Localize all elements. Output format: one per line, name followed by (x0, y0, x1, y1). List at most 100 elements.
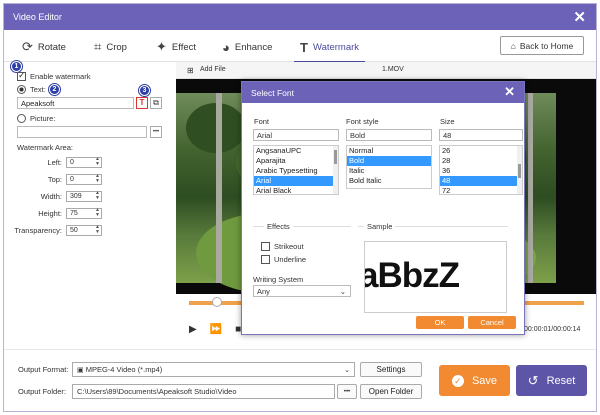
play-icon[interactable]: ▶ (189, 324, 197, 335)
cancel-button[interactable]: Cancel (468, 316, 516, 329)
size-list-scrollbar[interactable] (517, 146, 522, 194)
left-field-label: Left: (47, 158, 62, 167)
spin-arrows-icon[interactable]: ▲ ▼ (95, 225, 100, 235)
style-list-item[interactable]: Italic (347, 166, 431, 176)
style-list-item[interactable]: Bold Italic (347, 176, 431, 186)
step-badge-3: 3 (139, 85, 150, 96)
reset-label: Reset (546, 374, 576, 387)
output-folder-input[interactable]: C:\Users\89\Documents\Apeaksoft Studio\V… (72, 384, 335, 399)
text-option-row[interactable]: Text: (17, 85, 46, 94)
strikeout-label: Strikeout (274, 242, 304, 251)
select-font-dialog: Select Font ✕ Font Arial AngsanaUPC Apar… (241, 81, 525, 335)
enable-watermark-checkbox[interactable] (17, 70, 26, 81)
browse-folder-button[interactable]: ••• (337, 384, 357, 399)
font-label: Font (254, 117, 270, 126)
size-input[interactable]: 48 (439, 129, 523, 141)
save-button[interactable]: ✓ Save (439, 365, 510, 396)
size-list-item[interactable]: 28 (440, 156, 522, 166)
add-file-label[interactable]: Add File (200, 66, 226, 73)
spin-arrows-icon[interactable]: ▲ ▼ (95, 157, 100, 167)
size-list-item[interactable]: 36 (440, 166, 522, 176)
tab-crop[interactable]: ⌗ Crop (94, 37, 127, 57)
font-input[interactable]: Arial (253, 129, 339, 141)
font-list-scrollbar[interactable] (333, 146, 338, 194)
timecode: 00:00:01/00:00:14 (524, 326, 581, 333)
dialog-title: Select Font (251, 88, 294, 98)
file-name: 1.MOV (382, 66, 404, 73)
open-folder-button[interactable]: Open Folder (360, 384, 422, 399)
width-field-label: Width: (40, 192, 62, 201)
tab-effect[interactable]: ✦ Effect (156, 37, 196, 57)
picture-path-input[interactable] (17, 126, 147, 138)
spin-arrows-icon[interactable]: ▲ ▼ (95, 174, 100, 184)
font-settings-button[interactable]: T (136, 97, 148, 109)
font-style-input[interactable]: Bold (346, 129, 432, 141)
copy-icon[interactable]: ⧉ (150, 97, 162, 109)
size-list[interactable]: 26 28 36 48 72 (439, 145, 523, 195)
edit-toolbar: ⟳ Rotate ⌗ Crop ✦ Effect ◕ Enhance T Wat… (4, 30, 596, 63)
width-field-input[interactable]: 309 ▲ ▼ (66, 191, 102, 202)
font-list-item[interactable]: Arabic Typesetting (254, 166, 338, 176)
title-bar: Video Editor ✕ (4, 4, 596, 30)
size-label: Size (440, 117, 455, 126)
playback-controls: ▶ ⏩ ■ (189, 324, 241, 335)
strikeout-row[interactable]: Strikeout (261, 242, 304, 251)
add-file-icon[interactable]: ⊞ (187, 66, 194, 75)
top-field-input[interactable]: 0 ▲ ▼ (66, 174, 102, 185)
left-field-input[interactable]: 0 ▲ ▼ (66, 157, 102, 168)
rotate-icon: ⟳ (22, 39, 33, 54)
style-list-item-selected[interactable]: Bold (347, 156, 431, 166)
writing-system-select[interactable]: Any ⌄ (253, 285, 351, 297)
window-title: Video Editor (13, 12, 62, 22)
height-field-input[interactable]: 75 ▲ ▼ (66, 208, 102, 219)
text-radio[interactable] (17, 85, 26, 94)
top-field-label: Top: (47, 175, 62, 184)
output-folder-label: Output Folder: (18, 387, 66, 396)
underline-row[interactable]: Underline (261, 255, 306, 264)
font-style-list[interactable]: Normal Bold Italic Bold Italic (346, 145, 432, 189)
font-list-item[interactable]: Arial Black (254, 186, 338, 194)
font-list-item[interactable]: AngsanaUPC (254, 146, 338, 156)
text-option-label: Text: (30, 85, 46, 94)
video-editor-window: Video Editor ✕ ⟳ Rotate ⌗ Crop ✦ Effect … (3, 3, 597, 412)
spin-arrows-icon[interactable]: ▲ ▼ (95, 191, 100, 201)
font-list[interactable]: AngsanaUPC Aparajita Arabic Typesetting … (253, 145, 339, 195)
output-format-select[interactable]: ▣ MPEG-4 Video (*.mp4) ⌄ (72, 362, 355, 377)
picture-radio[interactable] (17, 114, 26, 123)
style-list-item[interactable]: Normal (347, 146, 431, 156)
spin-arrows-icon[interactable]: ▲ ▼ (95, 208, 100, 218)
settings-button[interactable]: Settings (360, 362, 422, 377)
close-icon[interactable]: ✕ (573, 8, 586, 26)
reset-button[interactable]: ↺ Reset (516, 365, 587, 396)
watermark-text-input[interactable]: Apeaksoft (17, 97, 134, 109)
left-field-value: 0 (70, 159, 74, 166)
check-icon: ✓ (451, 374, 464, 387)
font-list-item-selected[interactable]: Arial (254, 176, 338, 186)
size-list-item[interactable]: 72 (440, 186, 522, 194)
picture-option-label: Picture: (30, 114, 56, 123)
chevron-down-icon: ⌄ (339, 287, 346, 296)
tab-rotate[interactable]: ⟳ Rotate (22, 37, 66, 57)
fast-forward-icon[interactable]: ⏩ (210, 324, 222, 335)
sample-text: aBbzZ (364, 256, 460, 295)
height-field-value: 75 (70, 210, 78, 217)
top-field-value: 0 (70, 176, 74, 183)
strikeout-checkbox[interactable] (261, 242, 270, 251)
tab-enhance[interactable]: ◕ Enhance (222, 37, 272, 57)
enable-watermark-row[interactable]: Enable watermark (17, 70, 90, 81)
timeline-thumb[interactable] (211, 297, 222, 307)
tab-watermark[interactable]: T Watermark (293, 37, 366, 63)
close-icon[interactable]: ✕ (504, 84, 515, 100)
effect-icon: ✦ (156, 39, 167, 54)
transparency-field-value: 50 (70, 227, 78, 234)
ok-button[interactable]: OK (416, 316, 464, 329)
picture-option-row[interactable]: Picture: (17, 114, 55, 123)
browse-picture-button[interactable]: ••• (150, 126, 162, 138)
transparency-field-input[interactable]: 50 ▲ ▼ (66, 225, 102, 236)
font-list-item[interactable]: Aparajita (254, 156, 338, 166)
underline-checkbox[interactable] (261, 255, 270, 264)
size-list-item[interactable]: 26 (440, 146, 522, 156)
size-list-item-selected[interactable]: 48 (440, 176, 522, 186)
home-icon: ⌂ (510, 40, 516, 51)
back-to-home-button[interactable]: ⌂ Back to Home (500, 36, 584, 55)
